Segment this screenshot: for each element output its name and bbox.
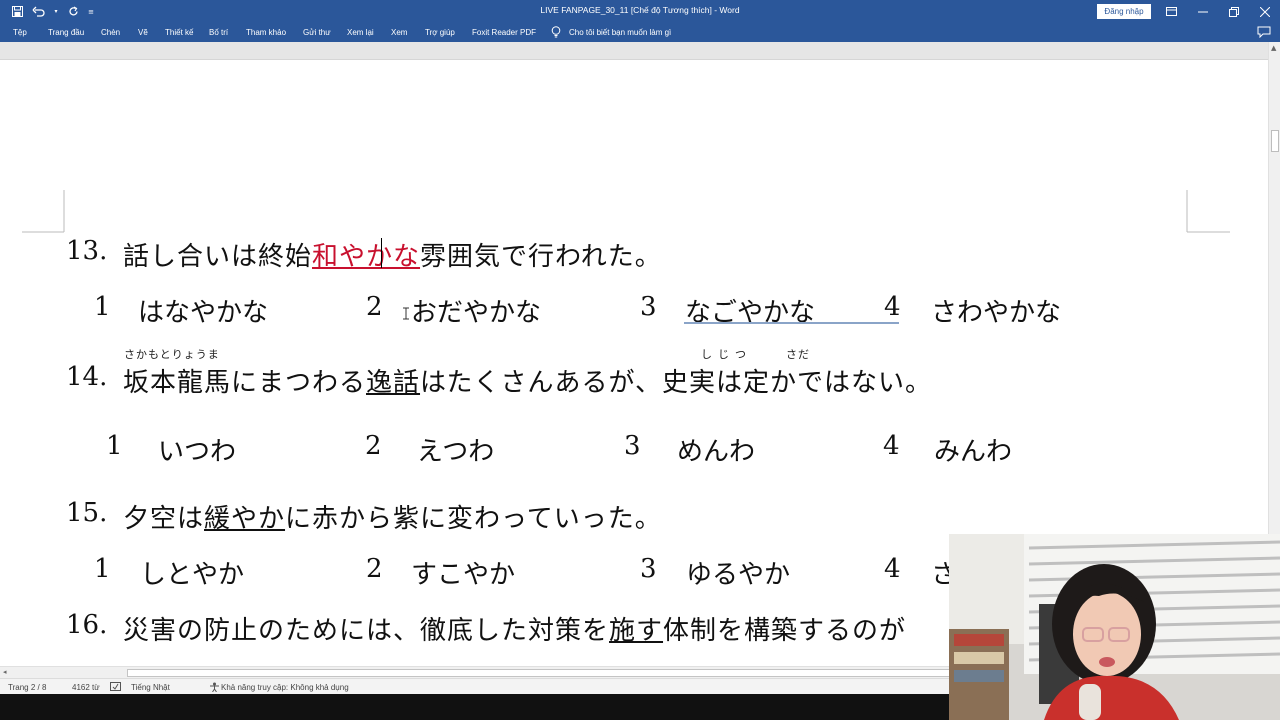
sign-in-button[interactable]: Đăng nhập: [1097, 4, 1151, 19]
margin-corner-mark-right: [1186, 190, 1230, 233]
question-text: 災害の防止のためには、徹底した対策を施す体制を構築するのが: [123, 610, 906, 647]
question-text: 坂本龍馬にまつわる逸話はたくさんあるが、史実は定かではない。: [123, 362, 932, 399]
lightbulb-icon: [551, 26, 561, 38]
scroll-up-icon[interactable]: ▲: [1271, 44, 1276, 52]
option-text: さわやかな: [931, 298, 1062, 328]
window-title: LIVE FANPAGE_30_11 [Chế độ Tương thích] …: [540, 5, 740, 15]
option-number: 4: [883, 431, 900, 461]
ribbon-display-options-icon[interactable]: [1156, 0, 1187, 23]
option-text: しとやか: [140, 560, 245, 590]
option-number: 1: [94, 554, 111, 584]
question-text: 夕空は緩やかに赤から紫に変わっていった。: [123, 498, 662, 535]
close-icon[interactable]: [1249, 0, 1280, 23]
horizontal-scroll-thumb[interactable]: [127, 669, 957, 677]
tab-review[interactable]: Xem lại: [347, 28, 374, 37]
furigana: しじつ: [701, 348, 752, 361]
question-text-after: 体制を構築するのが: [663, 616, 907, 646]
question-text-before: 夕空は: [123, 504, 205, 534]
question-text-after: に赤から紫に変わっていった。: [285, 504, 662, 534]
option-number: 3: [640, 554, 657, 584]
margin-corner-mark-left: [22, 190, 65, 233]
window-controls: [1156, 0, 1280, 23]
underlined-target-word: 逸話: [366, 368, 421, 398]
option-number: 2: [366, 292, 383, 322]
word-count[interactable]: 4162 từ: [72, 683, 100, 692]
webcam-overlay: [949, 534, 1280, 720]
collapsed-ribbon-area: [0, 42, 1280, 60]
furigana: さかもとりょうま: [124, 348, 220, 361]
accessibility-icon[interactable]: [209, 682, 220, 694]
webcam-person-image: [949, 534, 1280, 720]
question-number: 16.: [66, 610, 108, 640]
option-text: はなやかな: [138, 298, 269, 328]
question-number: 15.: [66, 498, 108, 528]
furigana: さだ: [786, 348, 810, 361]
tab-foxit-reader-pdf[interactable]: Foxit Reader PDF: [472, 28, 536, 37]
option-number: 3: [624, 431, 641, 461]
underlined-target-word: 施す: [609, 616, 664, 646]
title-bar: ▾ ≡ LIVE FANPAGE_30_11 [Chế độ Tương thí…: [0, 0, 1280, 23]
tab-home[interactable]: Trang đầu: [48, 28, 84, 37]
tab-insert[interactable]: Chèn: [101, 28, 120, 37]
tab-view[interactable]: Xem: [391, 28, 407, 37]
option-number: 1: [106, 431, 123, 461]
tell-me-search[interactable]: Cho tôi biết bạn muốn làm gì: [569, 28, 671, 37]
question-text-part: 坂本龍馬にまつわる: [123, 368, 367, 398]
proofing-icon[interactable]: [110, 682, 121, 694]
tab-design[interactable]: Thiết kế: [165, 28, 193, 37]
option-number: 4: [884, 554, 901, 584]
option-text: みんわ: [934, 437, 1013, 467]
question-text-part: はたくさんあるが、: [420, 368, 662, 398]
option-number: 2: [365, 431, 382, 461]
question-text-part: かではない。: [770, 368, 933, 398]
tab-references[interactable]: Tham khảo: [246, 28, 286, 37]
vertical-scroll-thumb[interactable]: [1271, 130, 1279, 152]
i-beam-cursor-icon: [403, 307, 409, 320]
scroll-left-icon[interactable]: ◂: [3, 668, 7, 676]
option-number: 3: [640, 292, 657, 322]
question-number: 14.: [66, 362, 108, 392]
tab-layout[interactable]: Bố trí: [209, 28, 228, 37]
option-text: めんわ: [677, 437, 756, 467]
option-text: おだやかな: [411, 298, 542, 328]
page-indicator[interactable]: Trang 2 / 8: [8, 683, 46, 692]
selection-underline: [684, 322, 899, 324]
option-number: 2: [366, 554, 383, 584]
comments-icon[interactable]: [1257, 26, 1271, 39]
minimize-icon[interactable]: [1187, 0, 1218, 23]
option-number: 1: [94, 292, 111, 322]
question-text-after: 雰囲気で行われた。: [420, 242, 662, 272]
highlighted-target-word: 和やかな: [312, 242, 421, 272]
tab-file[interactable]: Tệp: [13, 28, 27, 37]
accessibility-status[interactable]: Khả năng truy cập: Không khả dụng: [221, 683, 349, 692]
option-text: いつわ: [158, 437, 237, 467]
language-indicator[interactable]: Tiếng Nhật: [131, 683, 170, 692]
ribbon-tab-bar: Tệp Trang đầu Chèn Vẽ Thiết kế Bố trí Th…: [0, 23, 1280, 42]
tab-help[interactable]: Trợ giúp: [425, 28, 455, 37]
restore-icon[interactable]: [1218, 0, 1249, 23]
option-text: ゆるやか: [686, 560, 791, 590]
question-text-before: 話し合いは終始: [123, 242, 313, 272]
option-text: えつわ: [417, 437, 495, 467]
question-text-part: 史実は: [662, 368, 744, 398]
option-text: すこやか: [411, 560, 516, 590]
question-text-before: 災害の防止のためには、徹底した対策を: [123, 616, 610, 646]
option-number: 4: [884, 292, 901, 322]
question-text: 話し合いは終始和やかな雰囲気で行われた。: [123, 236, 662, 273]
tab-draw[interactable]: Vẽ: [138, 28, 148, 37]
underlined-target-word: 緩やか: [204, 504, 286, 534]
tab-mailings[interactable]: Gửi thư: [303, 28, 331, 37]
question-number: 13.: [66, 236, 108, 266]
text-cursor: [381, 238, 382, 268]
question-text-part: 定: [743, 368, 771, 398]
